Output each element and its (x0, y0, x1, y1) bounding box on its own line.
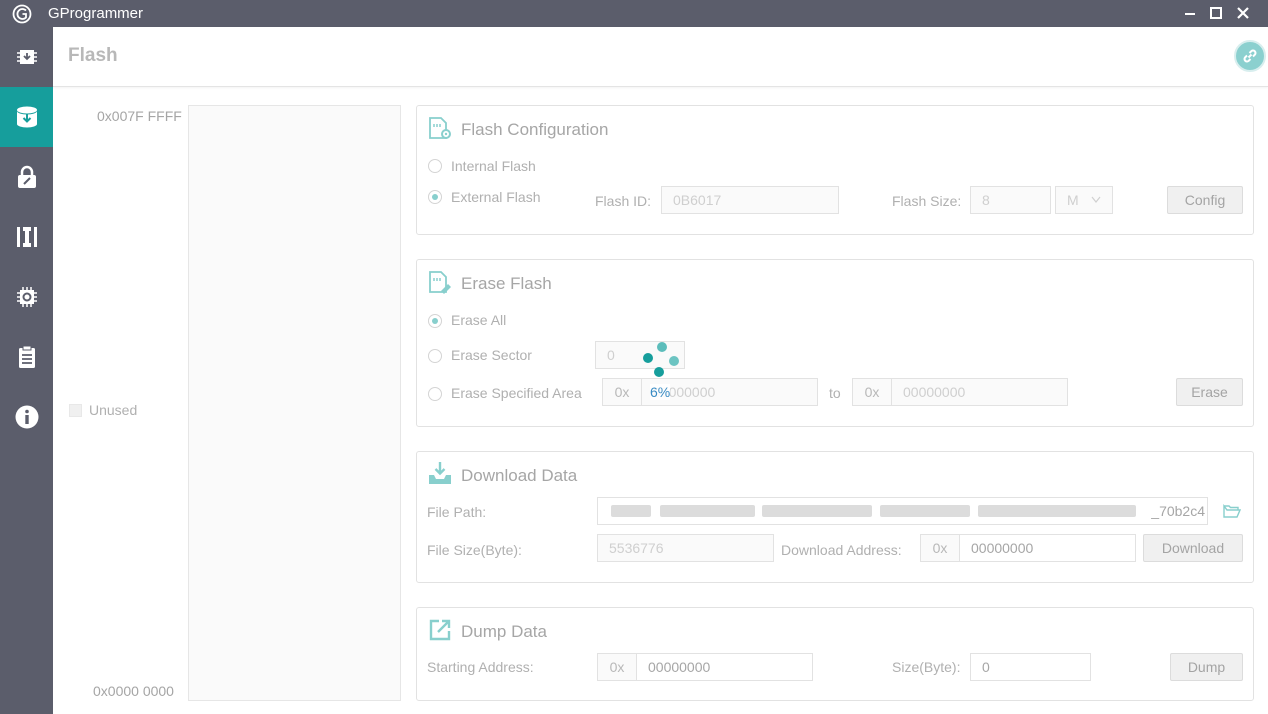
link-icon (1243, 49, 1257, 63)
download-address-field[interactable]: 00000000 (959, 534, 1136, 562)
dump-start-field[interactable]: 00000000 (636, 653, 813, 681)
folder-open-icon[interactable] (1223, 503, 1241, 519)
sidebar (0, 27, 53, 714)
download-button[interactable]: Download (1143, 534, 1243, 562)
flash-size-field[interactable]: 8 (970, 186, 1051, 214)
flash-size-unit-value: M (1067, 192, 1079, 208)
flash-size-unit-select[interactable]: M (1055, 186, 1113, 214)
legend-swatch (69, 404, 82, 417)
close-button[interactable] (1232, 3, 1254, 23)
erase-end-field[interactable]: 00000000 (891, 378, 1068, 406)
erase-sector-label: Erase Sector (451, 347, 532, 363)
erase-start-prefix: 0x (602, 378, 642, 406)
internal-flash-radio[interactable] (428, 159, 442, 173)
internal-flash-label: Internal Flash (451, 158, 536, 174)
redacted-segment (880, 505, 970, 517)
minimize-icon (1185, 13, 1195, 15)
erase-area-label: Erase Specified Area (451, 385, 582, 401)
erase-flash-panel: Erase Flash Erase All Erase Sector 0 Era… (416, 259, 1254, 427)
redacted-segment (978, 505, 1136, 517)
erase-all-radio[interactable] (428, 314, 442, 328)
erase-end-prefix: 0x (852, 378, 892, 406)
erase-area-radio[interactable] (428, 387, 442, 401)
legend-label: Unused (89, 402, 138, 418)
minimize-button[interactable] (1179, 3, 1201, 23)
memory-top-address: 0x007F FFFF (97, 108, 182, 124)
sidebar-item-about[interactable] (0, 387, 53, 447)
dump-start-prefix: 0x (597, 653, 637, 681)
flash-id-field[interactable]: 0B6017 (661, 186, 839, 214)
flash-config-icon (429, 117, 451, 139)
starting-address-label: Starting Address: (427, 659, 534, 675)
download-panel: Download Data File Path: _70b2c4 File Si… (416, 451, 1254, 583)
maximize-button[interactable] (1205, 3, 1227, 23)
lock-icon (17, 165, 36, 188)
clipboard-icon (18, 345, 35, 368)
dump-title: Dump Data (461, 622, 547, 641)
sidebar-item-debug[interactable] (0, 207, 53, 267)
flash-config-title: Flash Configuration (461, 120, 609, 139)
file-size-field: 5536776 (597, 534, 774, 562)
connect-button[interactable] (1234, 40, 1266, 72)
download-title: Download Data (461, 466, 578, 485)
close-icon (1237, 7, 1249, 19)
external-flash-label: External Flash (451, 189, 541, 205)
sidebar-item-chip[interactable] (0, 27, 53, 87)
erase-all-label: Erase All (451, 312, 507, 328)
memory-map (188, 105, 401, 701)
chevron-down-icon (1091, 196, 1101, 203)
erase-flash-title: Erase Flash (461, 274, 552, 293)
erase-to-label: to (829, 385, 841, 401)
file-path-value: _70b2c4 (1151, 503, 1205, 519)
memory-bottom-address: 0x0000 0000 (93, 683, 174, 699)
spinner-dot (657, 342, 667, 352)
dump-size-field[interactable]: 0 (970, 653, 1091, 681)
erase-flash-icon (429, 271, 451, 294)
download-icon (429, 462, 451, 484)
redacted-segment (611, 505, 651, 517)
flash-config-panel: Flash Configuration Internal Flash Exter… (416, 105, 1254, 235)
title-bar: GProgrammer (0, 0, 1268, 27)
sidebar-item-log[interactable] (0, 327, 53, 387)
connector-icon (16, 227, 37, 247)
erase-sector-radio[interactable] (428, 349, 442, 363)
progress-percent: 6% (650, 384, 671, 400)
spinner-dot (643, 353, 653, 363)
file-path-label: File Path: (427, 504, 487, 520)
flash-size-label: Flash Size: (892, 193, 962, 209)
window-title: GProgrammer (48, 5, 144, 22)
page-header: Flash (53, 27, 1268, 87)
database-download-icon (16, 106, 37, 128)
config-button[interactable]: Config (1167, 186, 1243, 214)
redacted-segment (660, 505, 755, 517)
download-address-prefix: 0x (920, 534, 960, 562)
spinner-dot (654, 367, 664, 377)
sidebar-item-settings[interactable] (0, 267, 53, 327)
spinner-dot (669, 356, 679, 366)
dump-size-label: Size(Byte): (892, 659, 961, 675)
dump-button[interactable]: Dump (1170, 653, 1243, 681)
redacted-segment (762, 505, 872, 517)
chip-download-icon (16, 50, 37, 64)
maximize-icon (1210, 7, 1222, 19)
dump-panel: Dump Data Starting Address: 0x 00000000 … (416, 607, 1254, 701)
sidebar-item-flash[interactable] (0, 87, 53, 147)
info-icon (15, 405, 38, 429)
export-icon (429, 619, 451, 641)
external-flash-radio[interactable] (428, 190, 442, 204)
erase-button[interactable]: Erase (1176, 378, 1243, 406)
sidebar-item-security[interactable] (0, 147, 53, 207)
page-title: Flash (68, 45, 118, 66)
download-address-label: Download Address: (781, 542, 902, 558)
file-size-label: File Size(Byte): (427, 542, 522, 558)
chip-gear-icon (16, 287, 37, 307)
app-logo-icon (12, 4, 32, 24)
flash-id-label: Flash ID: (595, 193, 652, 209)
